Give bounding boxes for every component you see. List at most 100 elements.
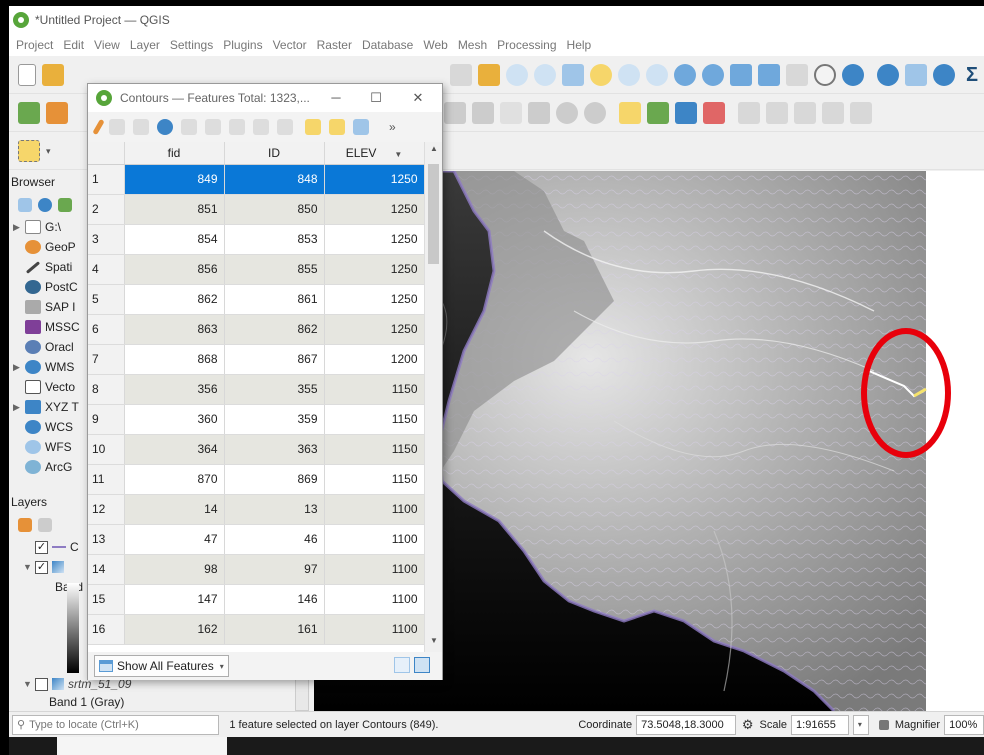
pin-labels-icon[interactable] xyxy=(703,101,725,124)
zoom-native-icon[interactable] xyxy=(646,63,668,86)
more-tools-chevron-icon[interactable]: » xyxy=(389,120,396,134)
form-view-button[interactable] xyxy=(394,657,410,673)
settings-gear-icon[interactable] xyxy=(933,63,955,86)
taskbar-search-box[interactable] xyxy=(57,737,227,755)
attribute-table-icon[interactable] xyxy=(905,63,927,86)
zoom-selection-icon[interactable] xyxy=(590,63,612,86)
table-row[interactable]: 10 364 363 1150 xyxy=(88,434,425,465)
menu-edit[interactable]: Edit xyxy=(58,38,89,52)
statistics-sigma-icon[interactable]: Σ xyxy=(961,64,983,86)
move-label-icon[interactable] xyxy=(766,101,788,124)
zoom-last-icon[interactable] xyxy=(674,63,696,86)
invert-selection-icon[interactable] xyxy=(353,119,369,135)
select-by-expression-icon[interactable] xyxy=(305,119,321,135)
refresh-icon[interactable] xyxy=(842,63,864,86)
new-project-icon[interactable] xyxy=(18,63,36,86)
column-header-id[interactable]: ID xyxy=(224,142,325,165)
menu-help[interactable]: Help xyxy=(562,38,597,52)
column-header-fid[interactable]: fid xyxy=(124,142,225,165)
add-selected-layers-icon[interactable] xyxy=(18,198,32,212)
layer-checkbox[interactable]: ✓ xyxy=(35,540,48,554)
rotate-label-icon[interactable] xyxy=(794,101,816,124)
table-row[interactable]: 12 14 13 1100 xyxy=(88,494,425,525)
table-row[interactable]: 5 862 861 1250 xyxy=(88,284,425,315)
table-view-button[interactable] xyxy=(414,657,430,673)
locator-search-input[interactable]: ⚲ Type to locate (Ctrl+K) xyxy=(12,714,220,735)
table-row[interactable]: 15 147 146 1100 xyxy=(88,584,425,615)
menu-vector[interactable]: Vector xyxy=(268,38,312,52)
zoom-in-icon[interactable] xyxy=(506,63,528,86)
scale-dropdown[interactable]: ▾ xyxy=(852,714,869,735)
paste-icon[interactable] xyxy=(277,119,293,135)
table-row[interactable]: 3 854 853 1250 xyxy=(88,224,425,255)
pan-to-selection-icon[interactable] xyxy=(478,63,500,86)
copy-icon[interactable] xyxy=(253,119,269,135)
attribute-table-titlebar[interactable]: Contours — Features Total: 1323,... ─ ☐ … xyxy=(88,84,442,112)
expand-arrow-icon[interactable]: ▶ xyxy=(13,402,25,413)
select-all-icon[interactable] xyxy=(329,119,345,135)
refresh-browser-icon[interactable] xyxy=(38,198,52,212)
expand-arrow-icon[interactable]: ▶ xyxy=(13,362,25,373)
new-map-view-icon[interactable] xyxy=(786,63,808,86)
zoom-next-icon[interactable] xyxy=(702,63,724,86)
show-hide-labels-icon[interactable] xyxy=(738,101,760,124)
add-layer-icon[interactable] xyxy=(46,101,68,124)
magnifier-field[interactable]: 100% xyxy=(944,714,984,735)
menu-web[interactable]: Web xyxy=(418,38,452,52)
table-row[interactable]: 9 360 359 1150 xyxy=(88,404,425,435)
show-all-features-button[interactable]: Show All Features ▾ xyxy=(94,655,229,677)
scroll-up-arrow-icon[interactable]: ▲ xyxy=(425,144,442,158)
add-group-icon[interactable] xyxy=(38,518,52,532)
temporal-controller-icon[interactable] xyxy=(814,63,836,86)
label-properties-icon[interactable] xyxy=(850,101,872,124)
redo-icon[interactable] xyxy=(584,101,606,124)
multi-edit-icon[interactable] xyxy=(109,119,125,135)
delete-selected-icon[interactable] xyxy=(444,101,466,124)
table-row[interactable]: 7 868 867 1200 xyxy=(88,344,425,375)
layer-checkbox[interactable]: ✓ xyxy=(35,560,48,574)
zoom-full-icon[interactable] xyxy=(562,63,584,86)
table-row[interactable]: 11 870 869 1150 xyxy=(88,464,425,495)
open-project-icon[interactable] xyxy=(42,63,64,86)
identify-features-icon[interactable] xyxy=(877,63,899,86)
data-source-manager-icon[interactable] xyxy=(18,101,40,124)
new-bookmark-icon[interactable] xyxy=(730,63,752,86)
add-feature-icon[interactable] xyxy=(181,119,197,135)
table-row[interactable]: 6 863 862 1250 xyxy=(88,314,425,345)
menu-processing[interactable]: Processing xyxy=(492,38,561,52)
coordinate-field[interactable]: 73.5048,18.3000 xyxy=(636,714,736,735)
change-label-icon[interactable] xyxy=(822,101,844,124)
reload-table-icon[interactable] xyxy=(157,119,173,135)
table-row[interactable]: 4 856 855 1250 xyxy=(88,254,425,285)
menu-raster[interactable]: Raster xyxy=(312,38,357,52)
scrollbar-thumb[interactable] xyxy=(428,164,439,264)
corner-header[interactable] xyxy=(88,142,125,165)
pan-map-icon[interactable] xyxy=(450,63,472,86)
menu-mesh[interactable]: Mesh xyxy=(453,38,492,52)
save-edits-icon[interactable] xyxy=(133,119,149,135)
cut-features-icon[interactable] xyxy=(472,101,494,124)
layer-diagram-icon[interactable] xyxy=(647,101,669,124)
menu-view[interactable]: View xyxy=(89,38,125,52)
menu-project[interactable]: Project xyxy=(11,38,58,52)
lock-scale-icon[interactable] xyxy=(878,719,889,730)
delete-feature-icon[interactable] xyxy=(205,119,221,135)
layer-checkbox[interactable] xyxy=(35,677,48,691)
zoom-out-icon[interactable] xyxy=(534,63,556,86)
close-button[interactable]: ✕ xyxy=(406,88,430,108)
select-dropdown-icon[interactable]: ▾ xyxy=(46,140,56,162)
maximize-button[interactable]: ☐ xyxy=(364,88,388,108)
menu-settings[interactable]: Settings xyxy=(165,38,218,52)
scroll-down-arrow-icon[interactable]: ▼ xyxy=(425,636,442,650)
zoom-layer-icon[interactable] xyxy=(618,63,640,86)
scale-field[interactable]: 1:91655 xyxy=(791,714,849,735)
undo-icon[interactable] xyxy=(556,101,578,124)
layers-scrollbar[interactable] xyxy=(295,676,309,711)
table-row[interactable]: 1 849 848 1250 xyxy=(88,164,425,195)
menu-database[interactable]: Database xyxy=(357,38,418,52)
table-row[interactable]: 16 162 161 1100 xyxy=(88,614,425,645)
table-row[interactable]: 2 851 850 1250 xyxy=(88,194,425,225)
table-row[interactable]: 8 356 355 1150 xyxy=(88,374,425,405)
highlight-pinned-labels-icon[interactable] xyxy=(675,101,697,124)
filter-browser-icon[interactable] xyxy=(58,198,72,212)
